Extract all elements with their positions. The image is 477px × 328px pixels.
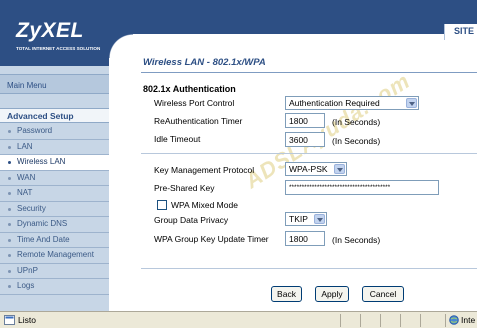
key-management-label: Key Management Protocol	[154, 165, 255, 175]
wireless-port-control-label: Wireless Port Control	[154, 98, 235, 108]
logo-area: ZyXEL TOTAL INTERNET ACCESS SOLUTION	[0, 0, 109, 66]
apply-button[interactable]: Apply	[315, 286, 349, 302]
status-divider	[340, 314, 341, 327]
wireless-port-control-select[interactable]: Authentication Required	[285, 96, 419, 110]
section-title: 802.1x Authentication	[143, 84, 236, 94]
idle-timeout-unit: (In Seconds)	[332, 136, 381, 146]
status-divider	[380, 314, 381, 327]
input-value: 1800	[289, 234, 308, 244]
input-value: 1800	[289, 116, 308, 126]
site-map-link[interactable]: SITE	[454, 26, 474, 36]
sidebar-item-label: Logs	[17, 281, 35, 290]
bullet-icon	[8, 176, 11, 180]
select-value: Authentication Required	[289, 98, 380, 108]
sidebar-item-label: WAN	[17, 172, 36, 182]
reauth-timer-label: ReAuthentication Timer	[154, 116, 243, 126]
title-divider	[141, 72, 477, 73]
logo-tagline: TOTAL INTERNET ACCESS SOLUTION	[16, 46, 101, 51]
sidebar-item-logs[interactable]: Logs	[0, 279, 109, 295]
sidebar-item-upnp[interactable]: UPnP	[0, 263, 109, 279]
input-value: 3600	[289, 135, 308, 145]
chevron-down-icon[interactable]	[406, 98, 417, 108]
section-divider	[141, 153, 477, 154]
pre-shared-key-label: Pre-Shared Key	[154, 183, 215, 193]
advanced-setup-header: Advanced Setup	[0, 108, 109, 123]
status-divider	[420, 314, 421, 327]
sidebar-item-time-and-date[interactable]: Time And Date	[0, 232, 109, 248]
sidebar-item-password[interactable]: Password	[0, 124, 109, 140]
sidebar-item-remote-management[interactable]: Remote Management	[0, 248, 109, 264]
bullet-icon	[8, 161, 11, 164]
bullet-icon	[8, 207, 11, 211]
status-divider	[360, 314, 361, 327]
main-menu-band: Main Menu	[0, 74, 109, 94]
sidebar-item-label: NAT	[17, 188, 33, 197]
group-key-timer-label: WPA Group Key Update Timer	[154, 234, 269, 244]
bullet-icon	[8, 269, 11, 273]
page-done-icon	[4, 315, 15, 325]
bullet-icon	[8, 238, 11, 242]
sidebar-item-label: Dynamic DNS	[17, 219, 68, 228]
chevron-down-icon[interactable]	[314, 214, 325, 224]
bullet-icon	[8, 285, 11, 288]
page-title: Wireless LAN - 802.1x/WPA	[143, 57, 266, 68]
group-key-timer-unit: (In Seconds)	[332, 235, 381, 245]
sidebar-item-label: Wireless LAN	[17, 157, 66, 166]
chevron-down-icon[interactable]	[334, 164, 345, 174]
back-button[interactable]: Back	[271, 286, 302, 302]
site-tab[interactable]: SITE	[444, 24, 477, 40]
advanced-setup-label: Advanced Setup	[7, 111, 74, 121]
sidebar-item-lan[interactable]: LAN	[0, 139, 109, 155]
input-value: ****************************************	[289, 184, 391, 191]
sidebar-item-wan[interactable]: WAN	[0, 170, 109, 186]
group-data-privacy-select[interactable]: TKIP	[285, 212, 327, 226]
sidebar-item-dynamic-dns[interactable]: Dynamic DNS	[0, 217, 109, 233]
main-menu-link[interactable]: Main Menu	[7, 81, 47, 90]
bullet-icon	[8, 223, 11, 226]
sidebar-item-wireless-lan[interactable]: Wireless LAN	[0, 155, 109, 171]
bullet-icon	[8, 192, 11, 195]
status-text: Listo	[18, 315, 36, 325]
sidebar-item-label: LAN	[17, 141, 33, 151]
banner-corner	[109, 34, 133, 58]
zone-text: Inte	[461, 315, 476, 325]
bullet-icon	[8, 254, 11, 257]
key-management-select[interactable]: WPA-PSK	[285, 162, 347, 176]
wpa-mixed-mode-checkbox[interactable]	[157, 200, 167, 210]
idle-timeout-label: Idle Timeout	[154, 134, 201, 144]
select-value: WPA-PSK	[289, 164, 328, 174]
bullet-icon	[8, 130, 11, 133]
group-data-privacy-label: Group Data Privacy	[154, 215, 229, 225]
select-value: TKIP	[289, 214, 308, 224]
sidebar-item-label: Remote Management	[17, 250, 94, 259]
status-divider	[400, 314, 401, 327]
status-bar: Listo Inte	[0, 311, 477, 328]
sidebar-item-label: UPnP	[17, 265, 38, 275]
sidebar-item-label: Time And Date	[17, 234, 70, 244]
sidebar-item-nat[interactable]: NAT	[0, 186, 109, 202]
reauth-timer-unit: (In Seconds)	[332, 117, 381, 127]
bullet-icon	[8, 145, 11, 149]
internet-zone-icon	[449, 315, 459, 325]
cancel-button[interactable]: Cancel	[362, 286, 404, 302]
section-divider	[141, 268, 477, 269]
wpa-mixed-mode-label: WPA Mixed Mode	[171, 200, 238, 210]
pre-shared-key-input[interactable]: ****************************************	[285, 180, 439, 195]
group-key-timer-input[interactable]: 1800	[285, 231, 325, 246]
zyxel-logo: ZyXEL	[16, 19, 84, 42]
status-divider	[445, 314, 446, 327]
sidebar: ZyXEL TOTAL INTERNET ACCESS SOLUTION Mai…	[0, 0, 109, 311]
reauth-timer-input[interactable]: 1800	[285, 113, 325, 128]
top-banner	[109, 0, 477, 34]
sidebar-item-label: Security	[17, 203, 46, 213]
idle-timeout-input[interactable]: 3600	[285, 132, 325, 147]
sidebar-item-security[interactable]: Security	[0, 201, 109, 217]
sidebar-item-label: Password	[17, 126, 53, 135]
